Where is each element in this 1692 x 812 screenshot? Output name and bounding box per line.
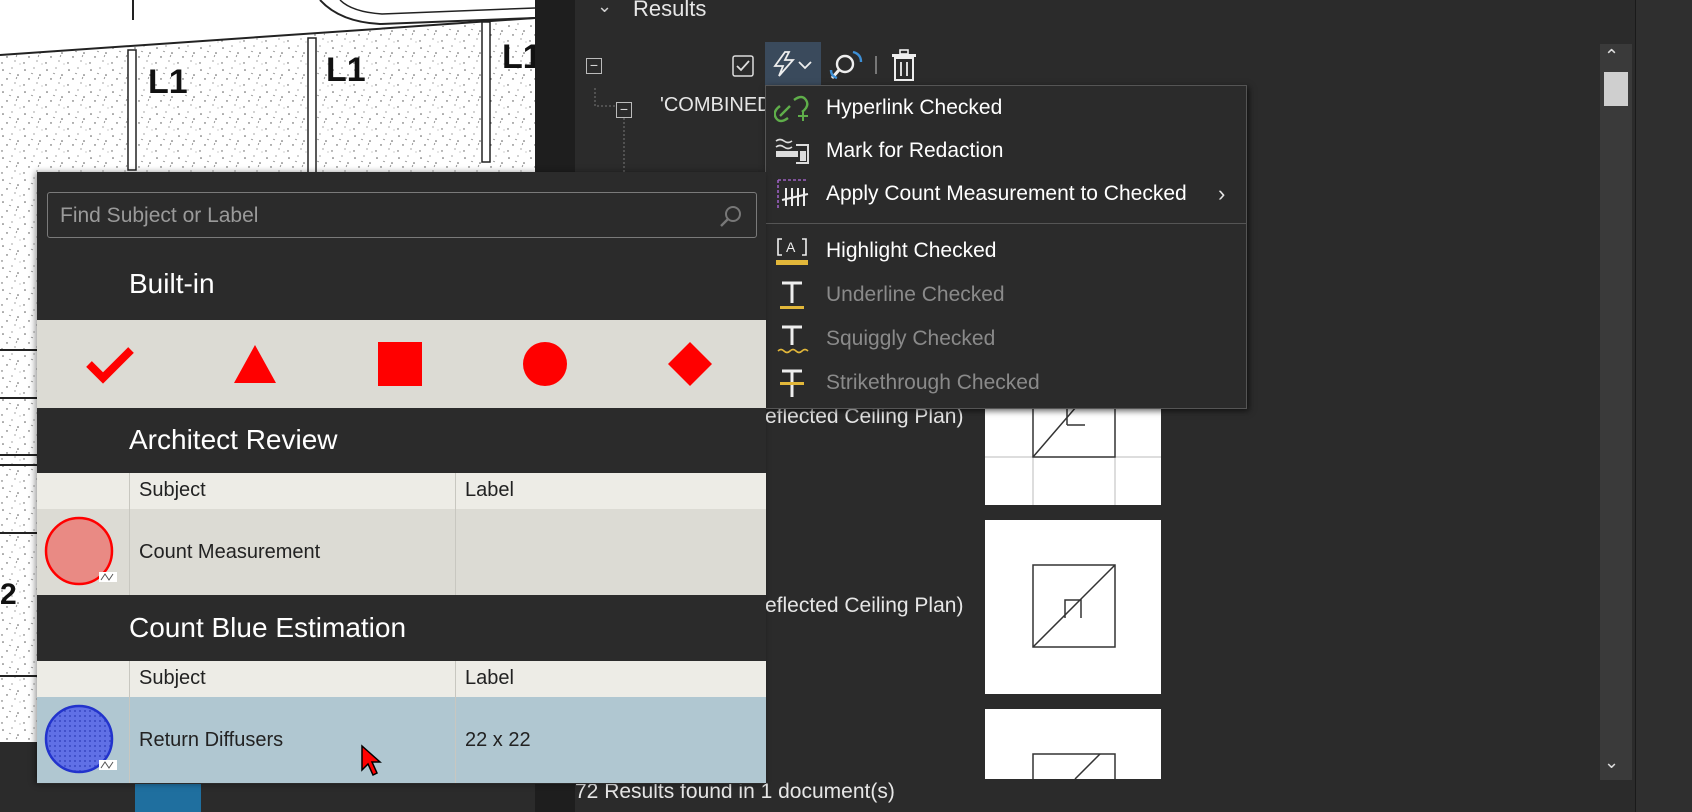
column-header-subject[interactable]: Subject [139, 667, 206, 690]
collapse-all-icon[interactable]: − [586, 58, 602, 74]
menu-item-label: Squiggly Checked [826, 327, 996, 350]
batch-actions-menu: Hyperlink Checked Mark for Redaction App… [765, 85, 1247, 409]
section-title[interactable]: Architect Review [129, 424, 338, 456]
table-header: Subject Label [37, 661, 766, 697]
section-title[interactable]: Built-in [129, 268, 215, 300]
diamond-icon [667, 342, 712, 386]
search-input[interactable] [58, 193, 702, 239]
count-measurement-icon [777, 179, 809, 208]
result-thumbnail[interactable] [985, 709, 1161, 785]
search-icon[interactable] [718, 203, 744, 229]
checkbox-icon[interactable] [731, 54, 755, 78]
menu-item-mark-for-redaction[interactable]: Mark for Redaction [766, 131, 1246, 171]
results-title: Results [633, 0, 707, 21]
lightning-dropdown-button[interactable] [765, 42, 821, 88]
result-thumbnail[interactable] [985, 520, 1161, 694]
column-header-subject[interactable]: Subject [139, 479, 206, 502]
count-measurement-icon [44, 704, 117, 774]
result-page-label[interactable]: eflected Ceiling Plan) [765, 594, 963, 618]
hyperlink-icon [774, 95, 809, 123]
row-label: 22 x 22 [465, 729, 531, 751]
scroll-up-icon[interactable]: ⌃ [1604, 46, 1619, 67]
row-subject: Count Measurement [139, 541, 321, 563]
menu-item-underline-checked[interactable]: Underline Checked [766, 275, 1246, 315]
menu-item-label: Strikethrough Checked [826, 371, 1040, 394]
menu-item-label: Apply Count Measurement to Checked [826, 182, 1187, 205]
mouse-cursor-icon [361, 744, 382, 777]
menu-item-apply-count-measurement[interactable]: Apply Count Measurement to Checked › [766, 174, 1246, 214]
dimension-label: 2 [0, 578, 17, 611]
table-row[interactable]: Return Diffusers 22 x 22 [37, 697, 766, 783]
menu-separator [766, 223, 1246, 224]
menu-item-squiggly-checked[interactable]: Squiggly Checked [766, 319, 1246, 359]
row-subject: Return Diffusers [139, 729, 284, 751]
menu-item-strikethrough-checked[interactable]: Strikethrough Checked [766, 363, 1246, 403]
tree-connector [623, 118, 625, 176]
chevron-right-icon: › [1218, 181, 1226, 206]
highlight-icon: A [776, 238, 808, 265]
circle-icon [522, 342, 567, 386]
triangle-icon [233, 345, 276, 383]
squiggly-icon [777, 325, 809, 354]
builtin-shapes-row [37, 320, 766, 408]
room-label: L1 [326, 51, 366, 89]
results-scrollbar[interactable] [1600, 44, 1632, 780]
result-document-name[interactable]: 'COMBINED [660, 94, 772, 117]
scroll-down-icon[interactable]: ⌄ [1604, 752, 1619, 773]
column-header-label[interactable]: Label [465, 479, 514, 502]
checkmark-tool[interactable] [37, 320, 182, 408]
toolbar-divider [875, 56, 877, 74]
right-side-strip [1635, 0, 1692, 812]
underline-icon [780, 281, 804, 309]
menu-item-label: Highlight Checked [826, 239, 997, 262]
search-replace-icon[interactable] [829, 48, 865, 84]
table-header: Subject Label [37, 473, 766, 509]
square-icon [377, 342, 422, 386]
menu-item-highlight-checked[interactable]: A Highlight Checked [766, 231, 1246, 271]
square-tool[interactable] [327, 320, 472, 408]
lightning-dropdown-icon [773, 51, 812, 77]
count-measurement-icon [44, 516, 117, 586]
triangle-tool[interactable] [182, 320, 327, 408]
scrollbar-thumb[interactable] [1604, 72, 1628, 106]
svg-text:A: A [786, 239, 796, 255]
strikethrough-icon [780, 369, 804, 397]
menu-item-label: Hyperlink Checked [826, 96, 1003, 119]
search-box[interactable] [47, 192, 757, 239]
room-label: L1 [502, 38, 535, 76]
circle-tool[interactable] [472, 320, 617, 408]
diamond-tool[interactable] [617, 320, 762, 408]
menu-item-label: Underline Checked [826, 283, 1005, 306]
menu-item-label: Mark for Redaction [826, 139, 1004, 162]
chevron-down-icon[interactable]: ⌄ [597, 0, 612, 17]
collapse-node-icon[interactable]: − [616, 102, 632, 118]
section-title[interactable]: Count Blue Estimation [129, 612, 406, 644]
tool-chest-panel: Built-in Architect Review Subject Label … [37, 172, 766, 784]
trash-icon[interactable] [889, 48, 919, 82]
checkmark-icon [85, 347, 134, 384]
table-row[interactable]: Count Measurement [37, 509, 766, 595]
column-header-label[interactable]: Label [465, 667, 514, 690]
redaction-icon [775, 138, 809, 164]
menu-item-hyperlink-checked[interactable]: Hyperlink Checked [766, 88, 1246, 128]
room-label: L1 [148, 63, 188, 101]
